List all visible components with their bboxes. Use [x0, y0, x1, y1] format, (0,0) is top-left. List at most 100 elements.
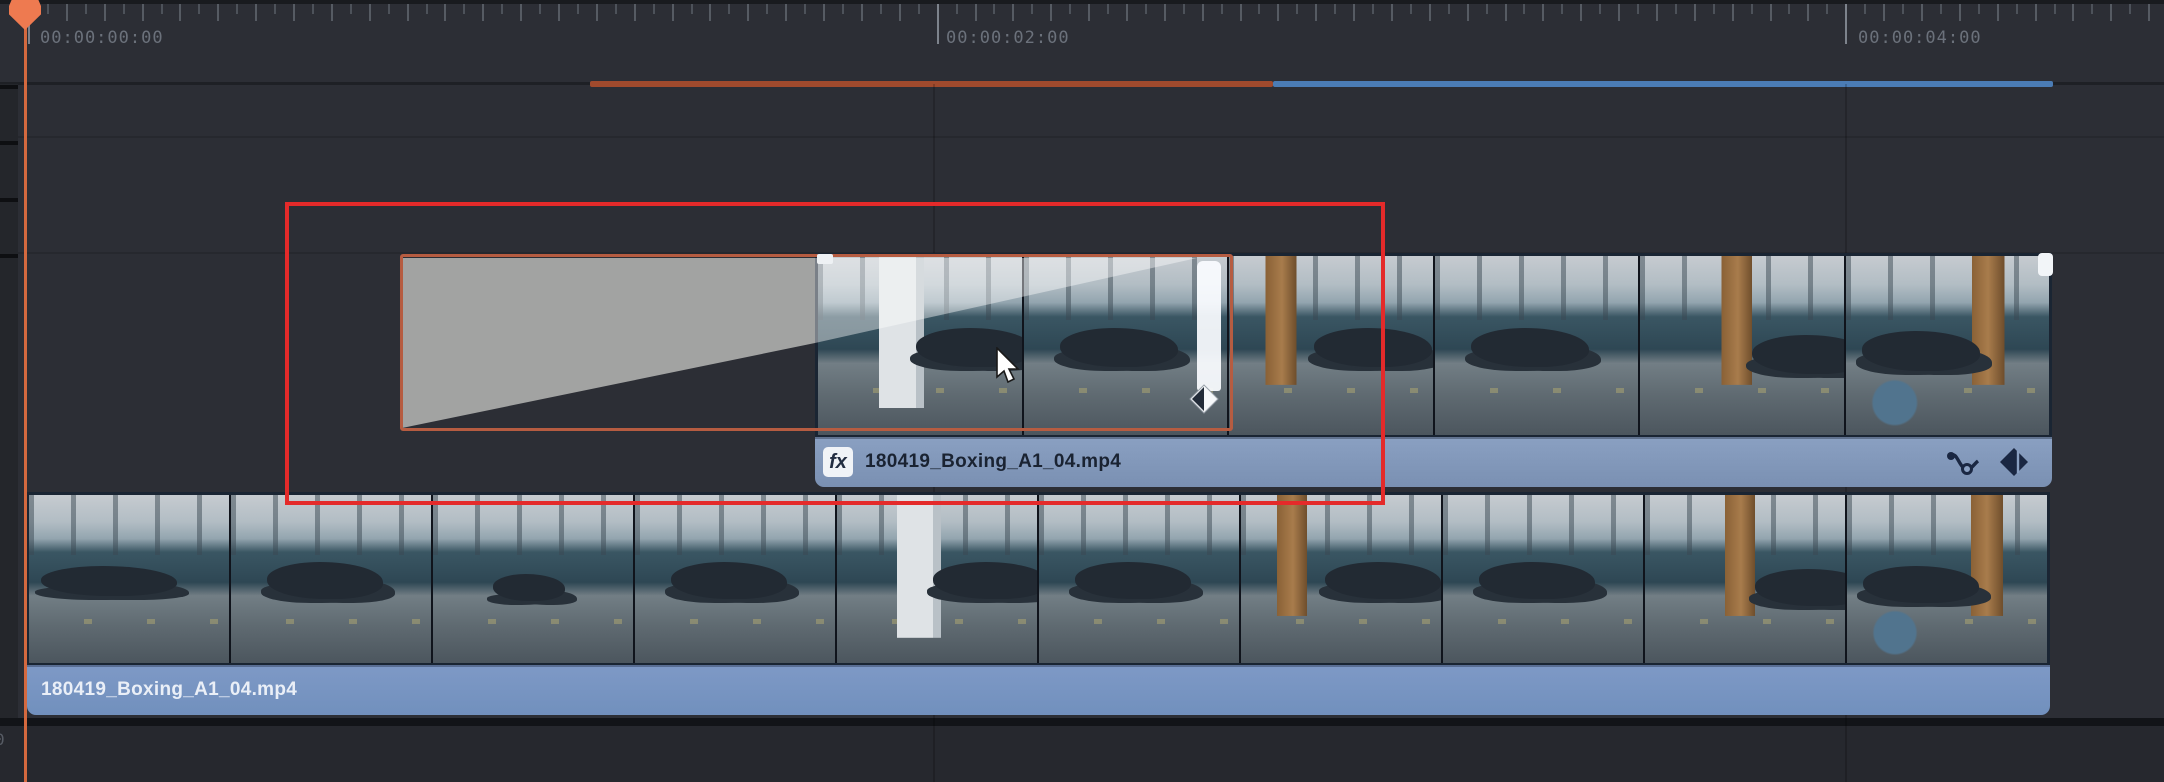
- ruler-tick: [1864, 4, 1866, 14]
- clip-v1-label-bar[interactable]: 180419_Boxing_A1_04.mp4: [27, 665, 2050, 715]
- ruler-tick: [1807, 4, 1809, 21]
- bottom-left-clipped-text: 0: [0, 730, 5, 749]
- ruler-tick: [104, 4, 106, 21]
- ruler-tick: [2110, 4, 2112, 21]
- ruler-tick: [1770, 4, 1772, 21]
- ruler-tick: [558, 4, 560, 21]
- ruler-tick: [1429, 4, 1431, 21]
- annotation-rectangle: [285, 202, 1385, 505]
- clip-v1[interactable]: 180419_Boxing_A1_04.mp4: [27, 492, 2050, 715]
- ruler-tick: [1637, 4, 1639, 14]
- ruler-tick: [1542, 4, 1544, 21]
- ruler-tick: [1240, 4, 1242, 21]
- ruler-tick: [577, 4, 579, 14]
- ruler-tick: [236, 4, 238, 14]
- keyframe-curve-icon[interactable]: [1944, 447, 1984, 477]
- ruler-tick: [369, 4, 371, 21]
- ruler-tick: [1505, 4, 1507, 21]
- clip-thumbnail: [433, 495, 633, 663]
- ruler-tick: [1050, 4, 1052, 21]
- ruler-tick: [691, 4, 693, 14]
- timeline-panel: 00:00:00:00 00:00:02:00 00:00:04:00 0 18…: [0, 0, 2164, 782]
- ruler-tick: [804, 4, 806, 14]
- clip-thumbnail: [1435, 256, 1639, 435]
- ruler-tick: [1353, 4, 1355, 21]
- ruler-tick: [520, 4, 522, 21]
- clip-thumbnail: [29, 495, 229, 663]
- ruler-tick: [539, 4, 541, 14]
- ruler-tick: [2072, 4, 2074, 21]
- ruler-tick: [2054, 4, 2056, 14]
- ruler-tick: [1523, 4, 1525, 14]
- ruler-tick: [66, 4, 68, 21]
- ruler-tick: [956, 4, 958, 14]
- ruler-tick: [1012, 4, 1014, 21]
- ruler-tick: [653, 4, 655, 14]
- ruler-tick: [1978, 4, 1980, 14]
- ruler-tick: [1618, 4, 1620, 21]
- clip-end-fade-handle[interactable]: [2038, 253, 2053, 276]
- ruler-tick: [899, 4, 901, 21]
- ruler-tick: [1845, 4, 1847, 44]
- ruler-tick: [1675, 4, 1677, 14]
- ruler-tick: [918, 4, 920, 14]
- ruler-tick: [161, 4, 163, 14]
- track-edge-line: [0, 198, 18, 202]
- ruler-tick: [1580, 4, 1582, 21]
- ruler-tick: [1883, 4, 1885, 21]
- clip-thumbnail: [1645, 495, 1845, 663]
- track-edge-line: [0, 85, 18, 89]
- ruler-tick: [993, 4, 995, 14]
- ruler-tick: [85, 4, 87, 14]
- clip-thumbnail: [1443, 495, 1643, 663]
- ruler-tick: [1183, 4, 1185, 14]
- ruler-tick: [1069, 4, 1071, 14]
- ruler-tick: [842, 4, 844, 14]
- ruler-tick: [293, 4, 295, 21]
- ruler-tick: [1145, 4, 1147, 14]
- clip-thumbnail: [635, 495, 835, 663]
- ruler-tick: [880, 4, 882, 14]
- ruler-tick: [388, 4, 390, 14]
- ruler-tick: [463, 4, 465, 14]
- timecode-label-2s: 00:00:02:00: [946, 28, 1070, 48]
- ruler-tick: [1296, 4, 1298, 14]
- ruler-ticks[interactable]: [0, 0, 2164, 84]
- timecode-label-0: 00:00:00:00: [40, 28, 164, 48]
- ruler-tick: [785, 4, 787, 21]
- ruler-tick: [1486, 4, 1488, 14]
- ruler-tick: [2129, 4, 2131, 14]
- ruler-tick: [2148, 4, 2150, 21]
- overview-bar-selected[interactable]: [590, 81, 1273, 87]
- ruler-tick: [331, 4, 333, 21]
- clip-thumbnail: [1039, 495, 1239, 663]
- track-edge-column: [0, 84, 18, 782]
- ruler-tick: [1031, 4, 1033, 14]
- fade-diamond-icon[interactable]: [1998, 446, 2030, 478]
- ruler-tick: [444, 4, 446, 21]
- clip-v1-filename: 180419_Boxing_A1_04.mp4: [41, 679, 297, 701]
- ruler-tick: [47, 4, 49, 14]
- ruler-tick: [975, 4, 977, 21]
- ruler-tick: [1315, 4, 1317, 21]
- ruler-tick: [1656, 4, 1658, 21]
- ruler-tick: [615, 4, 617, 14]
- ruler-tick: [350, 4, 352, 14]
- ruler-tick: [1410, 4, 1412, 14]
- ruler-tick: [1561, 4, 1563, 14]
- ruler-tick: [1921, 4, 1923, 21]
- ruler-tick: [1126, 4, 1128, 21]
- ruler-tick: [123, 4, 125, 14]
- ruler-tick: [2035, 4, 2037, 21]
- ruler-tick: [501, 4, 503, 14]
- playhead-line[interactable]: [24, 0, 27, 782]
- ruler-tick: [482, 4, 484, 21]
- clip-thumbnail: [1640, 256, 1844, 435]
- ruler-tick: [1107, 4, 1109, 14]
- ruler-tick: [634, 4, 636, 21]
- clip-thumbnail: [1241, 495, 1441, 663]
- overview-bar-remaining[interactable]: [1273, 81, 2053, 87]
- ruler-tick: [1788, 4, 1790, 14]
- ruler-tick: [1202, 4, 1204, 21]
- ruler-tick: [937, 4, 939, 44]
